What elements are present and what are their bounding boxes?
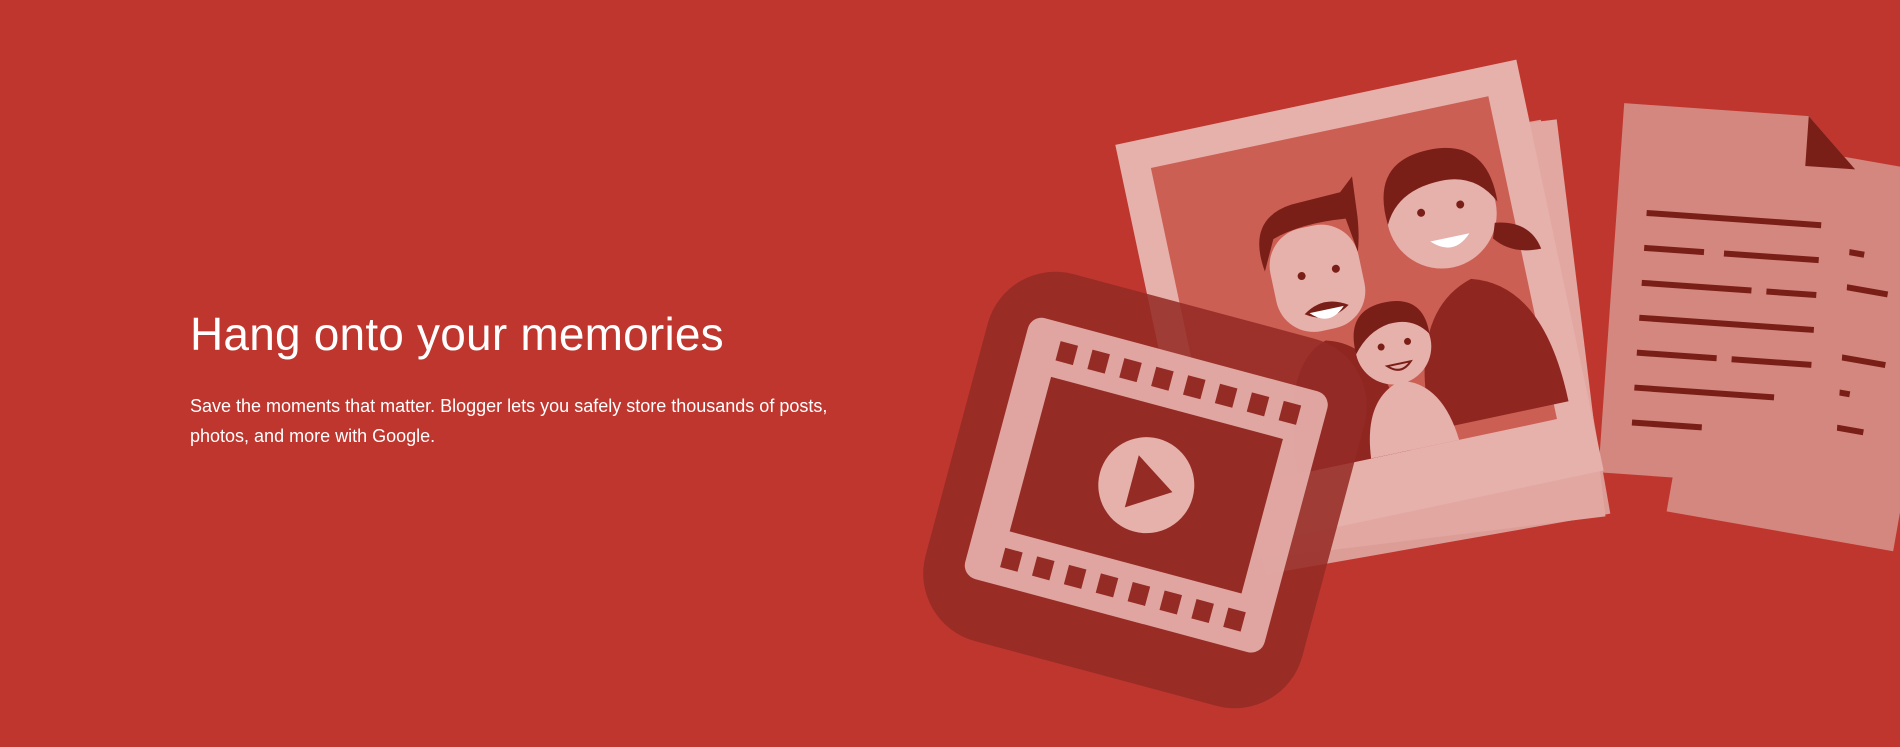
document-icon [1598, 103, 1900, 552]
memories-illustration [923, 59, 1900, 709]
hero-section: Hang onto your memories Save the moments… [0, 0, 1900, 747]
